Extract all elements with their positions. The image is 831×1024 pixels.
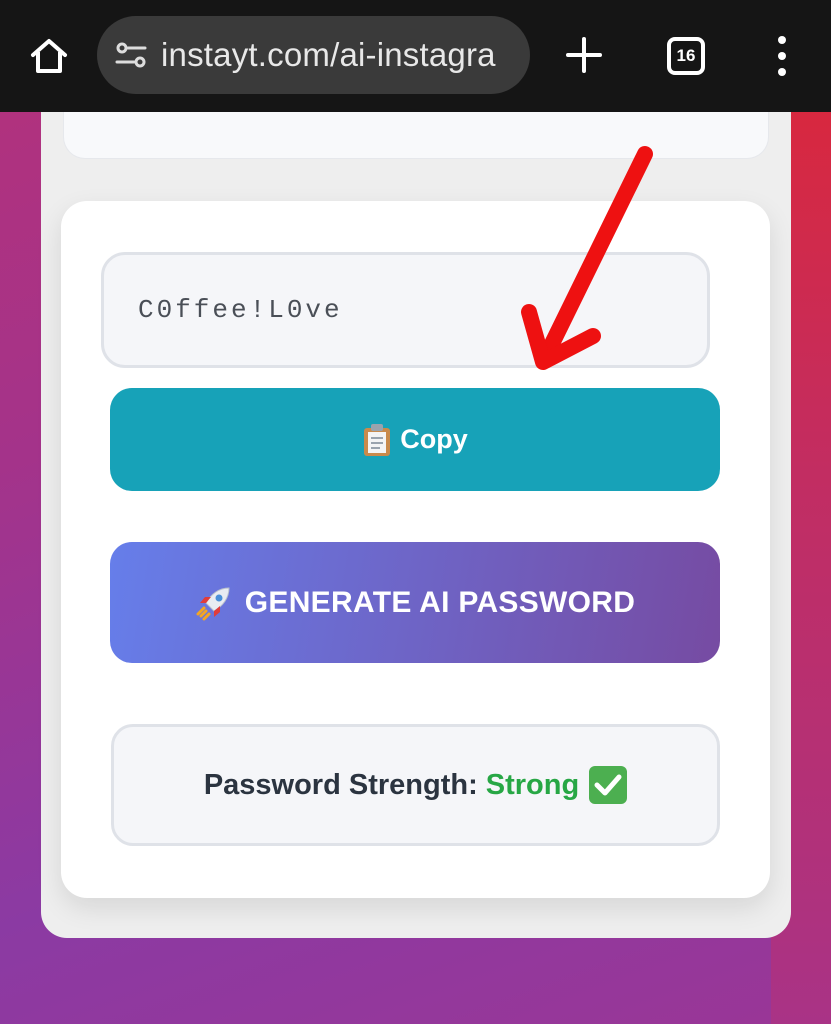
home-icon [31,39,67,73]
address-bar[interactable]: instayt.com/ai-instagra [97,16,530,94]
copy-button-label: Copy [400,424,468,454]
strength-value: Strong [485,768,580,801]
strength-label: Password Strength: [203,768,478,801]
new-tab-icon[interactable] [562,33,606,77]
url-text[interactable]: instayt.com/ai-instagra [161,36,496,74]
more-menu-icon[interactable] [770,34,794,78]
rocket-icon [195,584,233,622]
browser-toolbar: instayt.com/ai-instagra 16 [0,0,831,112]
annotation-arrow-icon [521,146,653,370]
home-button[interactable] [26,33,72,79]
password-strength-box: Password Strength: Strong [111,724,720,846]
check-icon [589,766,628,804]
generate-password-button[interactable]: GENERATE AI PASSWORD [110,542,720,663]
generate-button-label: GENERATE AI PASSWORD [244,585,636,619]
copy-button[interactable]: Copy [110,388,720,491]
clipboard-icon [362,423,392,457]
tab-switcher-button[interactable]: 16 [667,37,705,75]
site-settings-icon[interactable] [115,39,147,71]
